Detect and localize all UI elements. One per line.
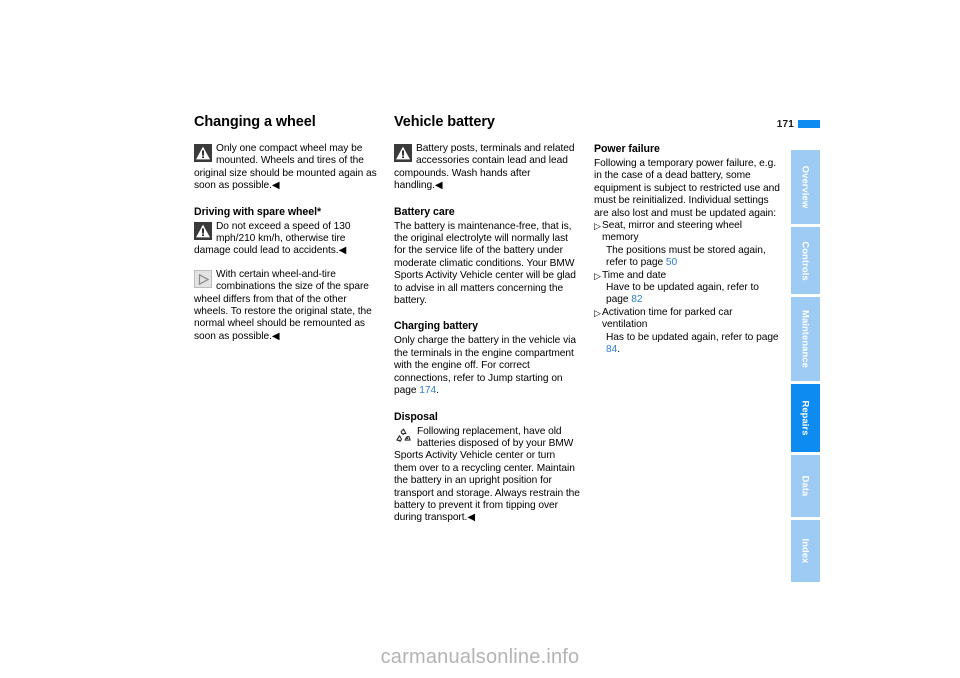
tab-label: Controls bbox=[800, 240, 811, 281]
list-item-detail: The positions must be stored again, refe… bbox=[602, 245, 780, 270]
heading-charging-battery: Charging battery bbox=[394, 320, 478, 333]
list-item-title: Time and date bbox=[602, 269, 667, 281]
tab-repairs[interactable]: Repairs bbox=[791, 384, 820, 452]
tab-data[interactable]: Data bbox=[791, 455, 820, 517]
warning-text-compact-wheel: Only one compact wheel may be mounted. W… bbox=[194, 143, 377, 192]
page-number-bar bbox=[798, 120, 820, 128]
tab-maintenance[interactable]: Maintenance bbox=[791, 297, 820, 381]
list-item: ▷ Activation time for parked car ventila… bbox=[594, 307, 780, 357]
page-link-84[interactable]: 84 bbox=[606, 344, 617, 355]
triangle-bullet-icon: ▷ bbox=[594, 307, 601, 318]
warning-block-spare-wheel-speed: Do not exceed a speed of 130 mph/210 km/… bbox=[194, 221, 380, 258]
block-disposal: Following replacement, have old batterie… bbox=[394, 426, 580, 525]
triangle-bullet-icon: ▷ bbox=[594, 221, 601, 232]
list-item: ▷ Seat, mirror and steering wheel memory… bbox=[594, 220, 780, 270]
list-item-detail-part1: Have to be updated again, refer to page bbox=[606, 282, 759, 306]
list-item-detail-part1: The positions must be stored again, refe… bbox=[606, 244, 766, 269]
page-link-82[interactable]: 82 bbox=[631, 294, 642, 305]
list-item: ▷ Time and date Have to be updated again… bbox=[594, 270, 780, 307]
warning-block-compact-wheel: Only one compact wheel may be mounted. W… bbox=[194, 143, 380, 193]
recycle-icon bbox=[394, 427, 413, 445]
list-item-title: Seat, mirror and steering wheel memory bbox=[602, 220, 743, 244]
tab-label: Data bbox=[800, 475, 811, 497]
warning-triangle-icon bbox=[394, 144, 412, 162]
warning-block-battery-posts: Battery posts, terminals and related acc… bbox=[394, 143, 580, 193]
site-watermark: carmanualsonline.info bbox=[380, 646, 580, 668]
heading-battery-care: Battery care bbox=[394, 205, 455, 218]
list-item-detail-part1: Has to be updated again, refer to page bbox=[606, 331, 779, 343]
list-item-detail: Has to be updated again, refer to page 8… bbox=[602, 332, 780, 357]
page-number: 171 bbox=[776, 119, 794, 130]
column-title-middle: Vehicle battery bbox=[394, 114, 495, 130]
heading-power-failure: Power failure bbox=[594, 143, 660, 155]
page-link-50[interactable]: 50 bbox=[666, 257, 677, 268]
text-disposal: Following replacement, have old batterie… bbox=[394, 425, 580, 524]
column-left: Only one compact wheel may be mounted. W… bbox=[194, 143, 380, 343]
list-item-title: Activation time for parked car ventilati… bbox=[602, 306, 733, 331]
text-charging-battery-part2: . bbox=[436, 385, 439, 397]
warning-triangle-icon bbox=[194, 144, 212, 162]
tab-index[interactable]: Index bbox=[791, 520, 820, 582]
list-item-detail-part2: . bbox=[617, 344, 621, 356]
note-text-wheel-tire-combinations: With certain wheel-and-tire combinations… bbox=[194, 268, 372, 342]
text-charging-battery: Only charge the battery in the vehicle v… bbox=[394, 335, 580, 397]
power-failure-item-list: ▷ Seat, mirror and steering wheel memory… bbox=[594, 220, 780, 356]
text-battery-care: The battery is maintenance-free, that is… bbox=[394, 220, 576, 307]
heading-driving-with-spare-wheel: Driving with spare wheel* bbox=[194, 205, 322, 218]
text-power-failure-intro: Following a temporary power failure, e.g… bbox=[594, 158, 780, 219]
page-link-174[interactable]: 174 bbox=[419, 385, 436, 396]
warning-text-spare-wheel-speed: Do not exceed a speed of 130 mph/210 km/… bbox=[194, 220, 351, 257]
note-triangle-icon bbox=[194, 269, 212, 288]
tab-overview[interactable]: Overview bbox=[791, 150, 820, 224]
column-title-left: Changing a wheel bbox=[194, 114, 316, 130]
tab-label: Overview bbox=[800, 165, 811, 209]
tab-label: Repairs bbox=[800, 400, 811, 436]
section-tab-strip: Overview Controls Maintenance Repairs Da… bbox=[791, 150, 820, 585]
heading-disposal: Disposal bbox=[394, 410, 438, 423]
warning-triangle-icon bbox=[194, 221, 212, 240]
note-block-wheel-tire-combinations: With certain wheel-and-tire combinations… bbox=[194, 269, 380, 343]
column-middle: Battery posts, terminals and related acc… bbox=[394, 143, 580, 525]
tab-controls[interactable]: Controls bbox=[791, 227, 820, 294]
list-item-detail: Have to be updated again, refer to page … bbox=[602, 282, 780, 307]
column-right: Power failure Following a temporary powe… bbox=[594, 143, 780, 357]
manual-page: Changing a wheel Vehicle battery 171 Onl… bbox=[0, 0, 960, 678]
triangle-bullet-icon: ▷ bbox=[594, 270, 601, 281]
page-header: Changing a wheel Vehicle battery 171 bbox=[194, 114, 820, 138]
tab-label: Maintenance bbox=[800, 310, 811, 368]
tab-label: Index bbox=[800, 538, 811, 564]
warning-text-battery-posts: Battery posts, terminals and related acc… bbox=[394, 143, 575, 192]
